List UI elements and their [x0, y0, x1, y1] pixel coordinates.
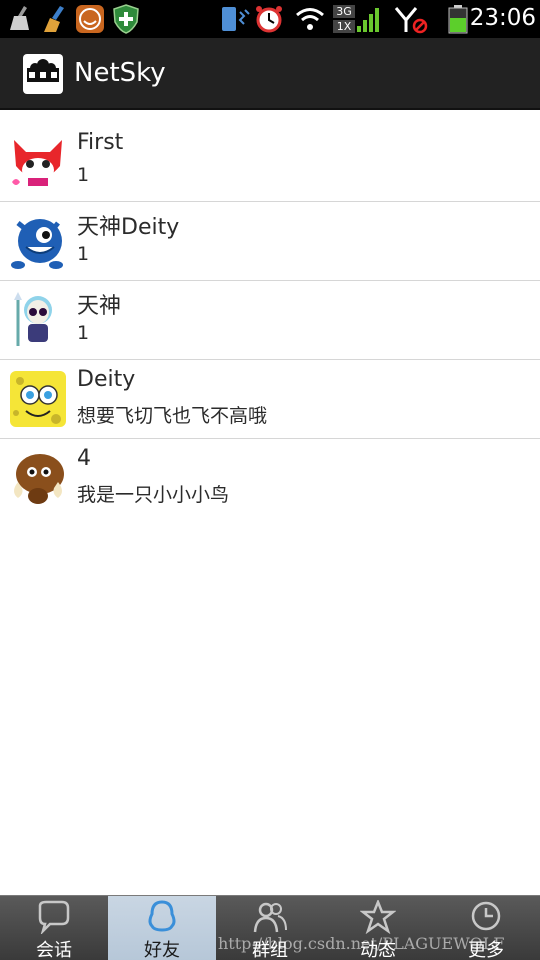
alarm-icon: [256, 6, 282, 33]
network-type-bottom: 1X: [333, 20, 355, 33]
group-icon: [253, 902, 287, 933]
list-item[interactable]: 4 我是一只小小小鸟: [0, 439, 540, 518]
list-item[interactable]: First 1: [0, 112, 540, 202]
friend-name: First: [77, 130, 124, 155]
red-fox-avatar-icon: [12, 140, 62, 186]
chat-bubble-icon: [38, 900, 70, 934]
friend-list: First 1 天神Deity 1 天神 1 Deity 想要飞切飞也飞不高哦 …: [0, 112, 540, 518]
wifi-icon: [296, 8, 324, 30]
friend-subtitle: 我是一只小小小鸟: [77, 484, 230, 506]
app-logo[interactable]: [23, 54, 63, 94]
friend-subtitle: 1: [77, 243, 90, 265]
bottom-tab-bar: 会话 好友 群组 动态 更多 http://blog.csdn.net/PLAG…: [0, 895, 540, 960]
friend-name: 天神Deity: [77, 215, 180, 240]
star-icon: [360, 900, 396, 934]
list-item[interactable]: 天神 1: [0, 281, 540, 360]
friend-subtitle: 1: [77, 164, 90, 186]
tab-label: 好友: [144, 940, 180, 960]
shield-plus-icon: [113, 4, 139, 34]
friend-name: Deity: [77, 367, 136, 392]
action-bar: NetSky: [0, 38, 540, 110]
mammoth-avatar-icon: [14, 454, 64, 504]
friend-name: 天神: [77, 294, 122, 319]
clock-icon: [471, 901, 501, 931]
network-type-badge: 3G 1X: [333, 5, 355, 33]
vibrate-icon: [222, 7, 250, 31]
status-bar: 3G 1X 23:06: [0, 0, 540, 38]
people-icon: [27, 59, 59, 82]
friend-subtitle: 想要飞切飞也飞不高哦: [77, 405, 268, 427]
watermark-text: http://blog.csdn.net/PLAGUEWOLF: [218, 934, 505, 953]
face-app-icon: [76, 5, 104, 33]
cleanup-icon: [10, 6, 29, 30]
tab-label: 会话: [36, 940, 72, 960]
battery-icon: [448, 5, 468, 34]
friend-subtitle: 1: [77, 322, 90, 344]
tab-conversations[interactable]: 会话: [0, 896, 108, 960]
friend-name: 4: [77, 446, 91, 471]
network-type-top: 3G: [333, 5, 355, 18]
sponge-avatar-icon: [10, 371, 66, 427]
broom-icon: [44, 6, 64, 32]
no-sim-icon: [394, 7, 428, 34]
app-title: NetSky: [74, 58, 166, 88]
signal-icon: [357, 8, 379, 32]
list-item[interactable]: 天神Deity 1: [0, 202, 540, 281]
tab-friends[interactable]: 好友: [108, 896, 216, 960]
list-item[interactable]: Deity 想要飞切飞也飞不高哦: [0, 360, 540, 439]
status-time: 23:06: [469, 5, 536, 31]
penguin-icon: [148, 900, 176, 932]
blue-monster-avatar-icon: [11, 219, 63, 269]
skeleton-avatar-icon: [14, 292, 52, 346]
